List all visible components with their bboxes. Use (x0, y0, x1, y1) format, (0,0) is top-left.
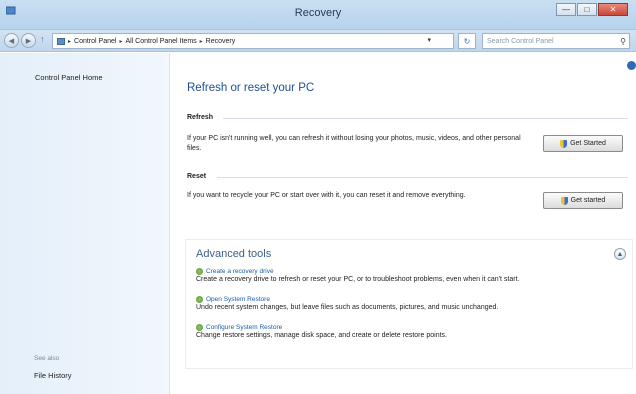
title-bar: Recovery — □ ✕ (0, 0, 636, 30)
search-icon[interactable]: ⚲ (620, 37, 626, 46)
refresh-section-title: Refresh (187, 114, 214, 121)
open-system-restore-link[interactable]: Open System Restore (196, 296, 498, 303)
search-placeholder: Search Control Panel (487, 37, 554, 45)
tool-link-label: Create a recovery drive (206, 268, 274, 275)
refresh-button[interactable]: ↻ (458, 33, 476, 49)
forward-arrow-icon: ▶ (25, 37, 32, 45)
address-bar[interactable]: ▸ Control Panel ▸ All Control Panel Item… (52, 33, 454, 49)
minimize-button[interactable]: — (556, 3, 576, 16)
maximize-icon: □ (584, 5, 590, 14)
page-title: Refresh or reset your PC (187, 82, 315, 94)
section-divider (217, 177, 628, 178)
breadcrumb-item[interactable]: All Control Panel Items (125, 38, 196, 45)
tool-description: Change restore settings, manage disk spa… (196, 332, 447, 339)
close-icon: ✕ (609, 5, 617, 14)
advanced-tools-panel: Advanced tools ▲ Create a recovery drive… (185, 239, 633, 369)
tool-link-label: Configure System Restore (206, 324, 283, 331)
system-restore-icon (196, 296, 203, 303)
refresh-description: If your PC isn't running well, you can r… (187, 135, 521, 152)
create-recovery-drive-link[interactable]: Create a recovery drive (196, 268, 519, 275)
breadcrumb-separator-icon: ▸ (68, 38, 72, 45)
sidebar: Control Panel Home See also File History (0, 53, 170, 394)
see-also-label: See also (34, 355, 60, 362)
button-label: Get started (570, 197, 606, 204)
close-button[interactable]: ✕ (598, 3, 628, 16)
breadcrumb-item[interactable]: Recovery (206, 38, 236, 45)
address-dropdown-icon[interactable]: ▾ (427, 36, 431, 44)
forward-button[interactable]: ▶ (21, 33, 36, 48)
button-label: Get Started (570, 140, 606, 147)
section-divider (223, 118, 628, 119)
tool-description: Create a recovery drive to refresh or re… (196, 276, 520, 283)
breadcrumb-separator-icon: ▸ (119, 38, 123, 45)
refresh-get-started-button[interactable]: Get Started (543, 135, 623, 152)
uac-shield-icon (560, 139, 568, 148)
main-content: Refresh or reset your PC Refresh If your… (171, 53, 636, 394)
search-input[interactable]: Search Control Panel ⚲ (482, 33, 630, 49)
tool-description: Undo recent system changes, but leave fi… (196, 304, 499, 311)
tool-link-label: Open System Restore (206, 296, 270, 303)
back-button[interactable]: ◀ (4, 33, 19, 48)
back-arrow-icon: ◀ (8, 37, 15, 45)
refresh-icon: ↻ (463, 36, 471, 46)
configure-restore-icon (196, 324, 203, 331)
breadcrumb-separator-icon: ▸ (199, 38, 203, 45)
configure-system-restore-link[interactable]: Configure System Restore (196, 324, 447, 331)
reset-description: If you want to recycle your PC or start … (187, 192, 466, 199)
recovery-drive-icon (196, 268, 203, 275)
tool-item: Open System Restore Undo recent system c… (196, 296, 498, 311)
uac-shield-icon (560, 196, 568, 205)
collapse-button[interactable]: ▲ (614, 248, 626, 260)
reset-section-title: Reset (187, 173, 207, 180)
chevron-up-icon: ▲ (616, 250, 624, 258)
minimize-icon: — (562, 5, 570, 14)
window-title: Recovery (294, 7, 342, 19)
reset-get-started-button[interactable]: Get started (543, 192, 623, 209)
control-panel-icon (57, 37, 65, 45)
window-controls: — □ ✕ (556, 3, 628, 16)
help-icon[interactable] (627, 61, 636, 70)
tool-item: Create a recovery drive Create a recover… (196, 268, 519, 283)
navigation-bar: ◀ ▶ ↑ ▸ Control Panel ▸ All Control Pane… (0, 30, 636, 52)
tool-item: Configure System Restore Change restore … (196, 324, 447, 339)
advanced-tools-title: Advanced tools (196, 248, 272, 260)
maximize-button[interactable]: □ (577, 3, 597, 16)
up-arrow-icon: ↑ (40, 34, 45, 44)
up-button[interactable]: ↑ (40, 34, 45, 44)
breadcrumb-item[interactable]: Control Panel (74, 38, 116, 45)
file-history-link[interactable]: File History (34, 371, 72, 380)
control-panel-home-link[interactable]: Control Panel Home (35, 73, 103, 82)
